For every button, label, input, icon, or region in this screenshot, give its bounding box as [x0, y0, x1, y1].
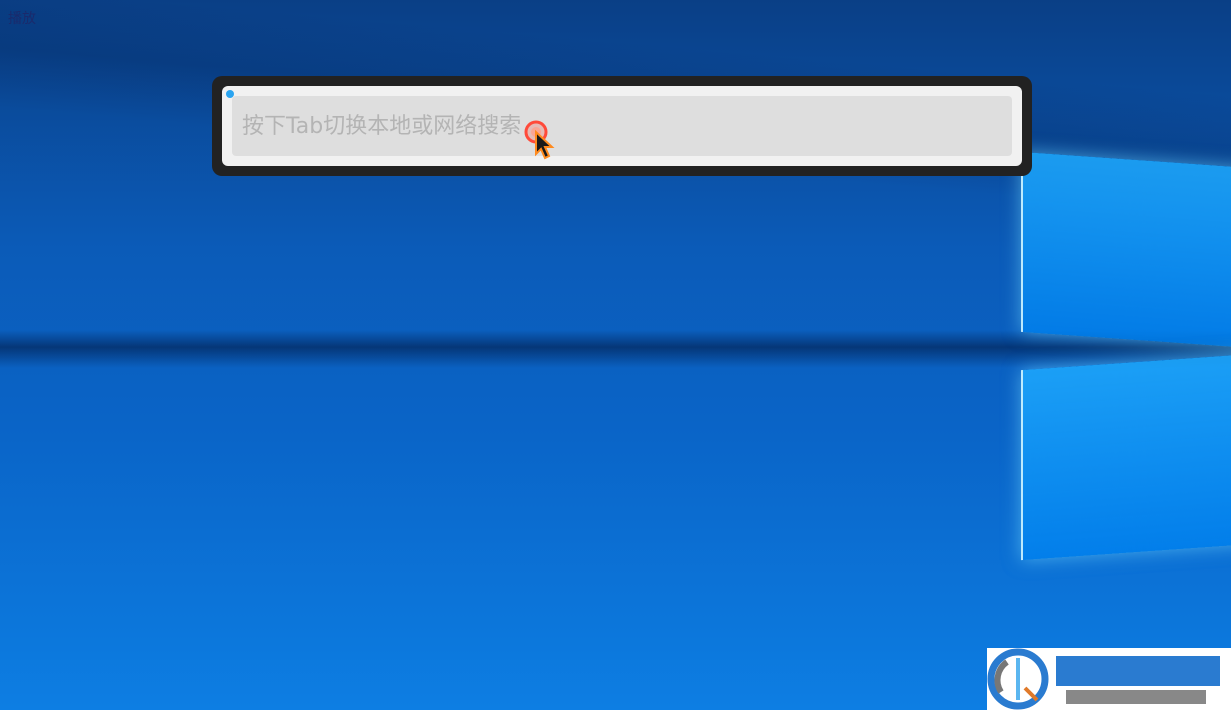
- site-logo-icon: [987, 648, 1049, 710]
- status-dot-icon: [226, 90, 234, 98]
- site-watermark: [987, 648, 1231, 710]
- windows-logo-pane-bottom: [1021, 353, 1231, 561]
- search-input[interactable]: [232, 96, 1012, 156]
- search-panel: [222, 86, 1022, 166]
- search-launcher-window: [212, 76, 1032, 176]
- watermark-subtitle-bar: [1066, 690, 1206, 704]
- watermark-title-bar: [1056, 656, 1220, 686]
- windows-logo-pane-top: [1021, 151, 1231, 349]
- mouse-pointer-icon: [524, 120, 555, 160]
- windows-logo-light: [1021, 140, 1231, 570]
- play-label: 播放: [8, 11, 36, 27]
